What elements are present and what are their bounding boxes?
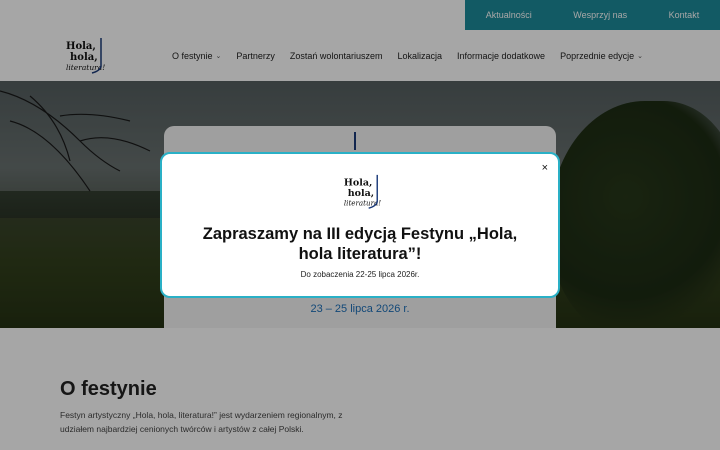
announcement-modal: × Hola, hola, literatura! Zapraszamy na … — [160, 152, 560, 298]
modal-logo-line-2: hola, — [348, 188, 374, 199]
modal-logo: Hola, hola, literatura! — [344, 174, 381, 209]
close-icon[interactable]: × — [542, 162, 548, 174]
modal-title: Zapraszamy na III edycją Festynu „Hola, … — [202, 225, 518, 263]
modal-logo-line-1: Hola, — [344, 177, 372, 188]
modal-logo-line-3: literatura! — [344, 198, 381, 207]
modal-subtitle: Do zobaczenia 22-25 lipca 2026r. — [300, 270, 420, 279]
